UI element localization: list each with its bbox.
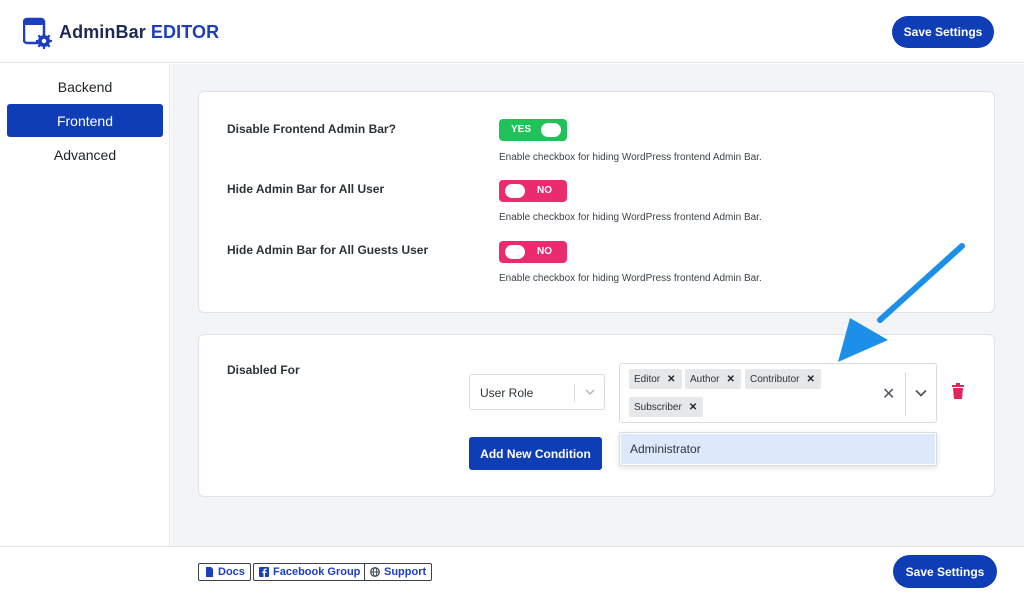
setting-label-hide-all-user: Hide Admin Bar for All User (227, 182, 385, 196)
condition-type-value: User Role (480, 386, 534, 400)
condition-type-select[interactable]: User Role (469, 374, 605, 410)
toggle-knob (505, 184, 525, 198)
sidebar-item-advanced[interactable]: Advanced (7, 138, 163, 171)
save-settings-button-bottom[interactable]: Save Settings (893, 555, 997, 588)
facebook-group-link-label: Facebook Group (273, 566, 361, 578)
clear-all-icon[interactable]: ✕ (882, 384, 895, 404)
multiselect-separator (905, 372, 906, 416)
setting-help-text: Enable checkbox for hiding WordPress fro… (499, 152, 762, 163)
role-tag-label: Contributor (750, 373, 800, 385)
select-separator (574, 384, 575, 402)
setting-label-hide-guests: Hide Admin Bar for All Guests User (227, 243, 429, 257)
top-bar: AdminBar EDITOR Save Settings (0, 0, 1024, 63)
role-tag-author: Author ✕ (685, 369, 741, 389)
support-link-label: Support (384, 566, 427, 578)
toggle-knob (541, 123, 561, 137)
setting-help-text: Enable checkbox for hiding WordPress fro… (499, 273, 762, 284)
brand-part-2: EDITOR (150, 22, 220, 42)
sidebar-item-frontend[interactable]: Frontend (7, 104, 163, 137)
disabled-for-label: Disabled For (227, 363, 300, 377)
role-tag-contributor: Contributor ✕ (745, 369, 821, 389)
role-tag-label: Author (690, 373, 720, 385)
facebook-group-link[interactable]: Facebook Group (253, 563, 367, 581)
footer: Docs Facebook Group Support Save Setting… (0, 546, 1024, 595)
role-dropdown-menu: Administrator (619, 432, 937, 466)
toggle-disable-frontend[interactable]: YES (499, 119, 567, 141)
role-tag-subscriber: Subscriber ✕ (629, 397, 704, 417)
annotation-arrow-icon (838, 243, 965, 362)
remove-tag-icon[interactable]: ✕ (806, 374, 814, 385)
add-new-condition-button[interactable]: Add New Condition (469, 437, 602, 470)
save-settings-button-top[interactable]: Save Settings (892, 16, 994, 48)
facebook-icon (259, 567, 269, 577)
remove-tag-icon[interactable]: ✕ (667, 374, 675, 385)
sidebar: Backend Frontend Advanced (0, 64, 170, 546)
brand-title: AdminBar EDITOR (59, 22, 219, 43)
remove-tag-icon[interactable]: ✕ (689, 402, 697, 413)
setting-help-text: Enable checkbox for hiding WordPress fro… (499, 212, 762, 223)
delete-condition-icon[interactable] (951, 383, 965, 399)
docs-link-label: Docs (218, 566, 245, 578)
dropdown-option-administrator[interactable]: Administrator (621, 434, 935, 464)
role-tag-label: Subscriber (634, 401, 682, 413)
toggle-knob (505, 245, 525, 259)
brand-part-1: AdminBar (59, 22, 146, 42)
toggle-hide-guests[interactable]: NO (499, 241, 567, 263)
admin-bar-editor-logo-icon (23, 17, 52, 49)
role-tag-label: Editor (634, 373, 661, 385)
document-icon (206, 567, 213, 577)
toggle-state-label: NO (537, 185, 552, 196)
chevron-down-icon (585, 389, 595, 396)
toggle-state-label: YES (511, 124, 532, 135)
chevron-down-icon[interactable] (914, 386, 928, 400)
setting-label-disable-frontend: Disable Frontend Admin Bar? (227, 122, 396, 136)
toggle-state-label: NO (537, 246, 552, 257)
globe-icon (370, 567, 380, 577)
toggle-hide-all-user[interactable]: NO (499, 180, 567, 202)
support-link[interactable]: Support (364, 563, 433, 581)
docs-link[interactable]: Docs (198, 563, 251, 581)
role-tag-editor: Editor ✕ (629, 369, 682, 389)
user-role-multiselect[interactable]: Editor ✕ Author ✕ Contributor ✕ Subscriber ✕… (619, 363, 937, 423)
remove-tag-icon[interactable]: ✕ (726, 374, 734, 385)
sidebar-item-backend[interactable]: Backend (7, 70, 163, 103)
